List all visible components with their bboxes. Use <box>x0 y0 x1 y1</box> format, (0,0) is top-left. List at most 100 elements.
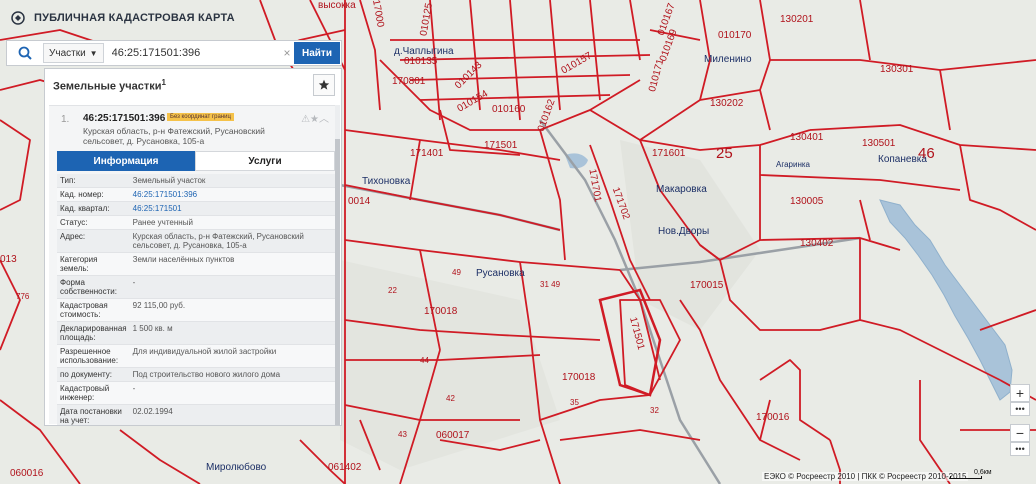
row-value: - <box>129 275 339 299</box>
app-header: ПУБЛИЧНАЯ КАДАСТРОВАЯ КАРТА <box>0 0 235 36</box>
map-label: 43 <box>398 430 407 439</box>
search-bar: Участки ▼ × Найти <box>6 40 342 66</box>
row-key: Адрес: <box>57 229 130 253</box>
row-key: Форма собственности: <box>57 275 130 299</box>
map-label: 46 <box>918 145 935 162</box>
zoom-out-button[interactable]: − <box>1010 424 1030 442</box>
row-value: Под строительство нового жилого дома <box>129 367 339 382</box>
zoom-in-button[interactable]: + <box>1010 384 1030 402</box>
chevron-down-icon: ▼ <box>89 48 98 58</box>
result-count: 1 <box>161 78 166 87</box>
map-label: 061402 <box>328 462 362 473</box>
table-row: Кадастровая стоимость: 92 115,00 руб. <box>57 298 339 322</box>
row-key: Кадастровый инженер: <box>57 381 130 405</box>
row-value[interactable]: 46:25:171501 <box>129 201 339 216</box>
row-value[interactable]: 46:25:171501:396 <box>129 187 339 202</box>
row-value: Курская область, р-н Фатежский, Русановс… <box>129 229 339 253</box>
result-tabs: Информация Услуги <box>57 151 335 171</box>
map-label: 42 <box>446 394 455 403</box>
panel-title: Земельные участки1 <box>53 78 166 93</box>
tab-info[interactable]: Информация <box>57 151 195 171</box>
more-options-button[interactable]: ••• <box>1010 402 1030 416</box>
search-type-select[interactable]: Участки ▼ <box>43 43 104 63</box>
map-label: 170016 <box>756 412 790 423</box>
table-row: Категория земель: Земли населённых пункто… <box>57 252 339 276</box>
result-index: 1. <box>61 114 70 125</box>
table-row: Кад. квартал: 46:25:171501 <box>57 201 339 216</box>
find-button[interactable]: Найти <box>294 42 340 64</box>
result-address: Курская область, р-н Фатежский, Русановс… <box>83 126 265 146</box>
map-label: Нов.Дворы <box>658 226 710 237</box>
row-key: Декларированная площадь: <box>57 321 130 345</box>
map-label: 170018 <box>562 372 596 383</box>
row-key: Дата постановки на учет: <box>57 404 130 425</box>
search-type-label: Участки <box>49 47 86 59</box>
row-key: по документу: <box>57 367 130 382</box>
map-label: 013 <box>0 254 17 265</box>
chevron-up-icon: ︿ <box>319 114 329 125</box>
table-row: Форма собственности: - <box>57 275 339 299</box>
result-cad-number[interactable]: 46:25:171501:396 <box>83 113 165 124</box>
map-label: 130202 <box>710 98 744 109</box>
tab-services[interactable]: Услуги <box>195 151 335 171</box>
star-icon: ★ <box>310 114 319 125</box>
map-label: 31 49 <box>540 280 561 289</box>
app-title: ПУБЛИЧНАЯ КАДАСТРОВАЯ КАРТА <box>34 12 235 24</box>
map-label: высокка <box>318 0 356 11</box>
map-label: 130401 <box>790 132 824 143</box>
row-key: Кад. номер: <box>57 187 130 202</box>
map-label: 171401 <box>410 148 444 159</box>
map-label: Миролюбово <box>206 462 267 473</box>
map-label: Макаровка <box>656 184 707 195</box>
table-row: Адрес: Курская область, р-н Фатежский, Ру… <box>57 229 339 253</box>
table-row: Статус: Ранее учтенный <box>57 215 339 230</box>
map-label: 171501 <box>484 140 518 151</box>
map-label: 010135 <box>404 56 438 67</box>
row-value: - <box>129 381 339 405</box>
table-row: по документу: Под строительство нового жи… <box>57 367 339 382</box>
row-value: Для индивидуальной жилой застройки <box>129 344 339 368</box>
map-label: 170018 <box>424 306 458 317</box>
map-label: 130201 <box>780 14 814 25</box>
warning-icon: ⚠ <box>301 114 311 125</box>
map-label: 22 <box>388 286 397 295</box>
map-label: 060017 <box>436 430 470 441</box>
map-label: 010160 <box>492 104 526 115</box>
row-key: Категория земель: <box>57 252 130 276</box>
map-label: 0014 <box>348 196 371 207</box>
scrollbar-thumb[interactable] <box>335 139 340 425</box>
map-label: 171601 <box>652 148 686 159</box>
map-label: 170801 <box>392 76 426 87</box>
table-row: Кадастровый инженер: - <box>57 381 339 405</box>
result-item[interactable]: 1. 46:25:171501:396 Без координат границ… <box>49 105 339 425</box>
clear-icon[interactable]: × <box>280 46 294 60</box>
search-input[interactable] <box>103 42 280 64</box>
search-icon[interactable] <box>7 41 43 65</box>
map-label: 130301 <box>880 64 914 75</box>
map-label: Миленино <box>704 54 752 65</box>
info-table: Тип: Земельный участок Кад. номер: 46:25:1… <box>57 174 339 425</box>
row-key: Разрешенное использование: <box>57 344 130 368</box>
scale-bar <box>950 476 982 479</box>
row-key: Статус: <box>57 215 130 230</box>
map-label: Тихоновка <box>362 176 411 187</box>
row-key: Тип: <box>57 174 130 188</box>
table-row: Тип: Земельный участок <box>57 174 339 188</box>
more-options-button[interactable]: ••• <box>1010 442 1030 456</box>
map-label: 49 <box>452 268 461 277</box>
map-label: 32 <box>650 406 659 415</box>
result-tools[interactable]: ⚠★︿ <box>301 110 329 125</box>
rosreestr-logo-icon[interactable] <box>10 10 26 26</box>
row-key: Кад. квартал: <box>57 201 130 216</box>
table-row: Дата постановки на учет: 02.02.1994 <box>57 404 339 425</box>
row-key: Кадастровая стоимость: <box>57 298 130 322</box>
panel-header: Земельные участки1 <box>45 69 341 101</box>
map-label: Агаринка <box>776 160 810 169</box>
no-coords-badge: Без координат границ <box>167 113 234 121</box>
row-value: 92 115,00 руб. <box>129 298 339 322</box>
favorite-button[interactable] <box>313 74 335 96</box>
map-label: 25 <box>716 145 733 162</box>
map-label: 44 <box>420 356 429 365</box>
row-value: Ранее учтенный <box>129 215 339 230</box>
map-label: 776 <box>16 292 30 301</box>
